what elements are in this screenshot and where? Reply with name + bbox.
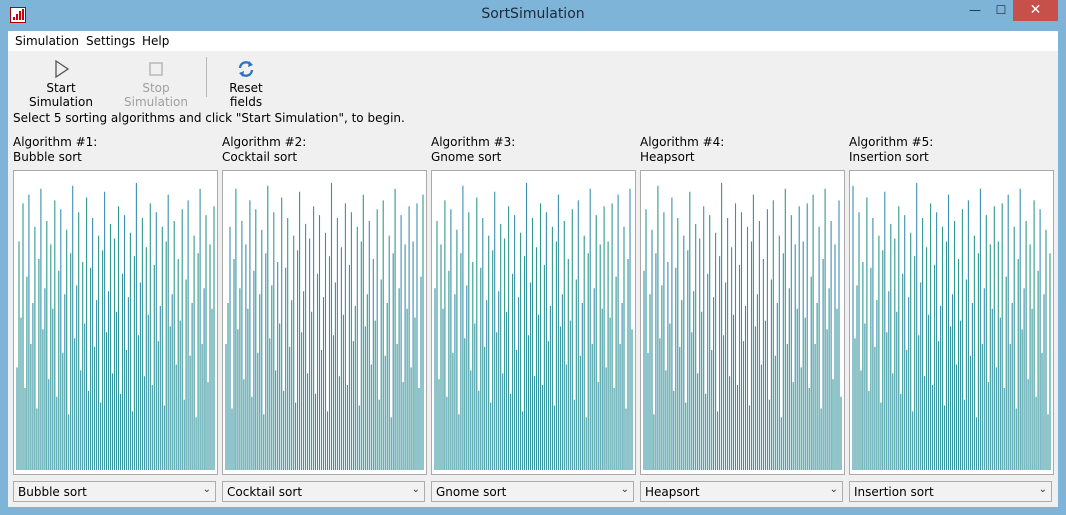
- select-value: Gnome sort: [436, 485, 507, 499]
- sort-visualization: [640, 170, 845, 475]
- algorithm-name: Insertion sort: [849, 150, 929, 164]
- maximize-icon[interactable]: ☐: [987, 0, 1015, 21]
- bars-svg: [434, 182, 633, 470]
- sort-visualization: [222, 170, 427, 475]
- algorithm-name: Bubble sort: [13, 150, 82, 164]
- menu-simulation[interactable]: Simulation: [15, 34, 79, 48]
- play-icon: [55, 59, 70, 79]
- algorithm-header: Algorithm #3:: [431, 135, 516, 149]
- algorithm-select-4[interactable]: Heapsort ⌄: [640, 481, 843, 502]
- instructions-text: Select 5 sorting algorithms and click "S…: [13, 111, 405, 125]
- chevron-down-icon: ⌄: [411, 484, 420, 495]
- select-value: Insertion sort: [854, 485, 934, 499]
- close-icon[interactable]: ✕: [1013, 0, 1058, 21]
- algorithm-select-1[interactable]: Bubble sort ⌄: [13, 481, 216, 502]
- algorithm-name: Cocktail sort: [222, 150, 298, 164]
- bars-svg: [16, 182, 215, 470]
- algorithm-select-3[interactable]: Gnome sort ⌄: [431, 481, 634, 502]
- algorithm-header: Algorithm #4:: [640, 135, 725, 149]
- algorithm-name: Heapsort: [640, 150, 695, 164]
- bars-svg: [852, 182, 1051, 470]
- minimize-icon[interactable]: —: [961, 0, 989, 21]
- stop-simulation-button[interactable]: Stop Simulation: [112, 55, 200, 109]
- select-value: Cocktail sort: [227, 485, 303, 499]
- menu-settings[interactable]: Settings: [86, 34, 135, 48]
- bars-svg: [643, 182, 842, 470]
- sort-visualization: [13, 170, 218, 475]
- sort-visualization: [431, 170, 636, 475]
- stop-simulation-label: Stop Simulation: [124, 81, 188, 109]
- sort-visualization: [849, 170, 1054, 475]
- algorithm-name: Gnome sort: [431, 150, 502, 164]
- chevron-down-icon: ⌄: [829, 484, 838, 495]
- reset-fields-button[interactable]: Reset fields: [213, 55, 279, 109]
- bars-svg: [225, 182, 424, 470]
- select-value: Heapsort: [645, 485, 700, 499]
- client-area: Simulation Settings Help Start Simulatio…: [8, 31, 1058, 507]
- algorithm-header: Algorithm #1:: [13, 135, 98, 149]
- algorithm-select-5[interactable]: Insertion sort ⌄: [849, 481, 1052, 502]
- algorithm-select-2[interactable]: Cocktail sort ⌄: [222, 481, 425, 502]
- start-simulation-button[interactable]: Start Simulation: [16, 55, 106, 109]
- chevron-down-icon: ⌄: [1038, 484, 1047, 495]
- toolbar: Start Simulation Stop Simulation Reset f…: [8, 51, 1058, 109]
- menu-bar: Simulation Settings Help: [8, 31, 1058, 51]
- menu-help[interactable]: Help: [142, 34, 169, 48]
- select-value: Bubble sort: [18, 485, 87, 499]
- refresh-icon: [238, 61, 254, 77]
- app-window: SortSimulation — ☐ ✕ Simulation Settings…: [0, 0, 1066, 515]
- start-simulation-label: Start Simulation: [29, 81, 93, 109]
- reset-fields-label: Reset fields: [229, 81, 263, 109]
- title-bar[interactable]: SortSimulation — ☐ ✕: [0, 0, 1066, 31]
- algorithm-panel-5: Algorithm #5: Insertion sort Insertion s…: [849, 135, 1054, 502]
- toolbar-separator: [206, 57, 207, 97]
- algorithm-header: Algorithm #2:: [222, 135, 307, 149]
- algorithm-panel-3: Algorithm #3: Gnome sort Gnome sort ⌄: [431, 135, 636, 502]
- stop-icon: [149, 62, 163, 76]
- chevron-down-icon: ⌄: [202, 484, 211, 495]
- algorithm-panel-1: Algorithm #1: Bubble sort Bubble sort ⌄: [13, 135, 218, 502]
- algorithm-panel-2: Algorithm #2: Cocktail sort Cocktail sor…: [222, 135, 427, 502]
- algorithm-header: Algorithm #5:: [849, 135, 934, 149]
- chevron-down-icon: ⌄: [620, 484, 629, 495]
- window-title: SortSimulation: [481, 6, 585, 22]
- algorithm-panel-4: Algorithm #4: Heapsort Heapsort ⌄: [640, 135, 845, 502]
